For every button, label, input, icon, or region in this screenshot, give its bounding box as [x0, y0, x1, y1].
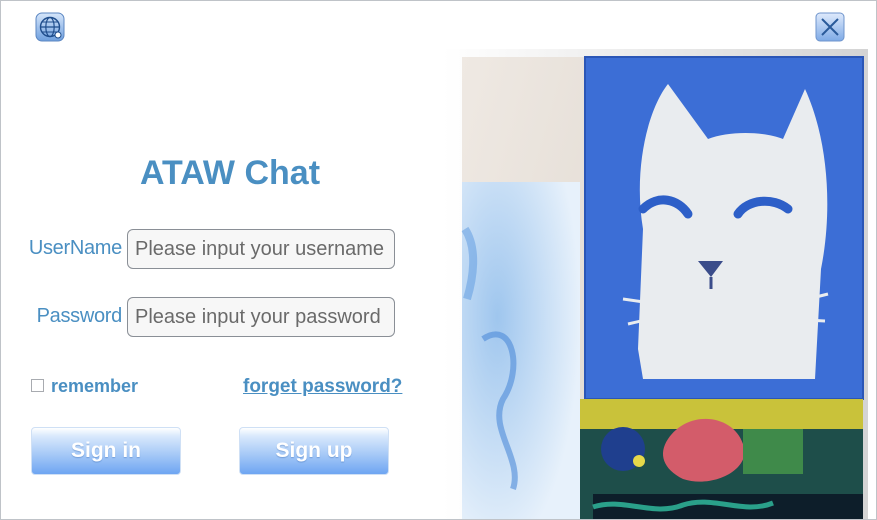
- remember-checkbox[interactable]: [31, 379, 44, 392]
- username-input[interactable]: [127, 229, 395, 269]
- globe-icon[interactable]: [35, 12, 65, 42]
- username-label: UserName: [28, 237, 122, 259]
- remember-label[interactable]: remember: [51, 376, 138, 397]
- password-input[interactable]: [127, 297, 395, 337]
- sign-in-button[interactable]: Sign in: [31, 427, 181, 475]
- password-label: Password: [36, 305, 123, 327]
- cat-painting-image: [443, 49, 868, 519]
- login-window: ATAW Chat UserName Password remember for…: [0, 0, 877, 520]
- sign-up-button[interactable]: Sign up: [239, 427, 389, 475]
- close-icon[interactable]: [815, 12, 845, 42]
- app-title: ATAW Chat: [139, 154, 321, 192]
- forget-password-link[interactable]: forget password?: [243, 376, 402, 398]
